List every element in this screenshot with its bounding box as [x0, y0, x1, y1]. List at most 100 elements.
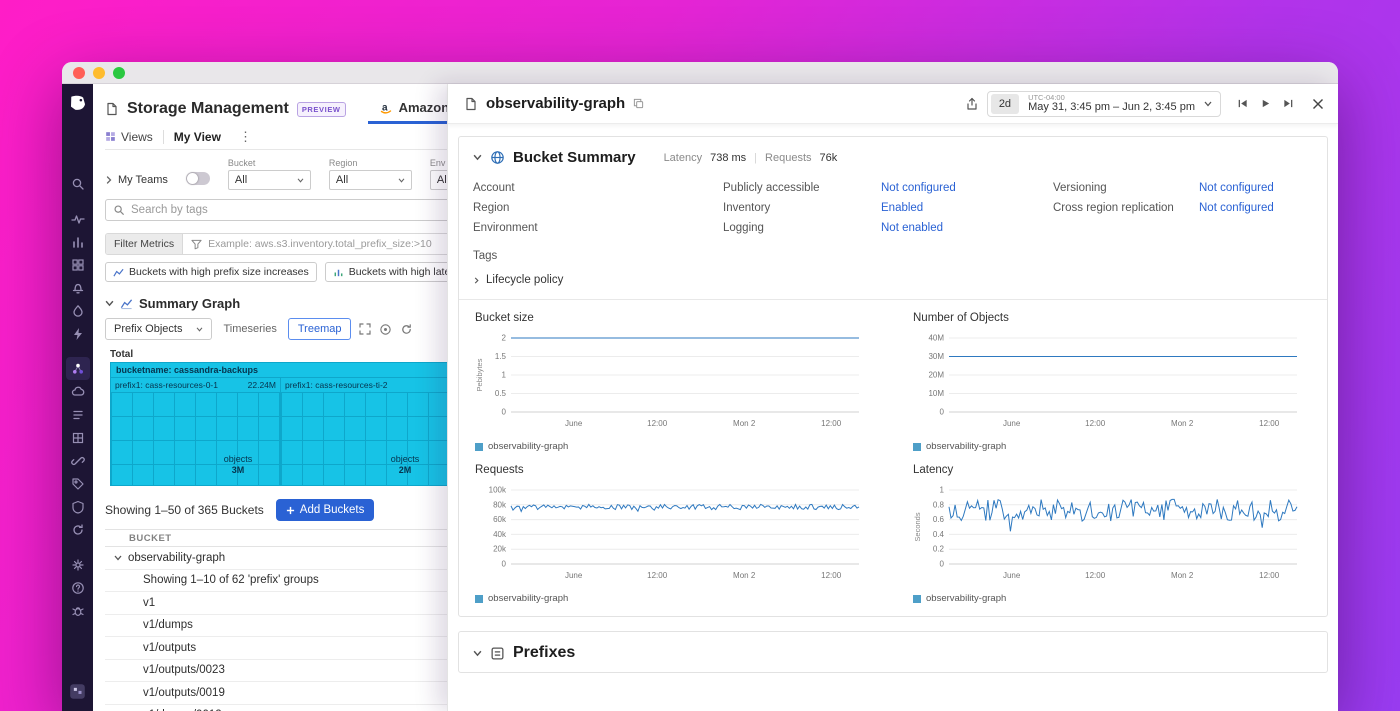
logs-icon[interactable] — [66, 403, 90, 426]
infrastructure-cloud-icon[interactable] — [66, 380, 90, 403]
timeseries-option[interactable]: Timeseries — [220, 323, 279, 335]
svg-text:12:00: 12:00 — [1259, 571, 1280, 580]
close-window-button[interactable] — [73, 67, 85, 79]
views-button[interactable]: Views — [105, 130, 153, 144]
svg-text:30M: 30M — [928, 352, 944, 361]
snapshot-icon[interactable] — [379, 323, 392, 336]
chart-bucket-size: Bucket size 21.510.50June12:00Mon 212:00… — [475, 312, 873, 452]
servicemap-icon[interactable] — [66, 357, 90, 380]
info-value[interactable]: Not configured — [1199, 202, 1274, 214]
panel-header: observability-graph 2d UTC-04:00 May 31,… — [448, 84, 1338, 124]
chip-high-prefix-size[interactable]: Buckets with high prefix size increases — [105, 262, 317, 282]
chart-title: Number of Objects — [913, 312, 1311, 324]
svg-text:0.4: 0.4 — [933, 530, 945, 539]
chart-legend: observability-graph — [913, 593, 1311, 604]
tags-icon[interactable] — [66, 472, 90, 495]
metric-select[interactable]: Prefix Objects — [105, 318, 212, 340]
svg-text:Seconds: Seconds — [913, 512, 922, 541]
filter-metrics-placeholder[interactable]: Example: aws.s3.inventory.total_prefix_s… — [208, 238, 432, 250]
region-select[interactable]: All — [329, 170, 412, 190]
treemap-group-value: 22.24M — [248, 380, 276, 390]
debug-bug-icon[interactable] — [66, 599, 90, 622]
apm-flame-icon[interactable] — [66, 299, 90, 322]
filter-metrics-chip[interactable]: Filter Metrics — [106, 234, 183, 254]
info-value[interactable]: Not configured — [881, 182, 956, 194]
info-value[interactable]: Enabled — [881, 202, 923, 214]
chart-plot: 10.80.60.40.20June12:00Mon 212:00Seconds — [913, 480, 1311, 592]
chevron-down-icon[interactable] — [105, 300, 114, 307]
my-teams-toggle[interactable] — [186, 172, 210, 185]
security-shield-icon[interactable] — [66, 495, 90, 518]
svg-text:0.2: 0.2 — [933, 545, 945, 554]
info-value[interactable]: Not enabled — [881, 222, 943, 234]
tables-icon[interactable] — [66, 426, 90, 449]
chevron-down-icon[interactable] — [114, 555, 122, 561]
export-icon[interactable] — [965, 97, 979, 111]
treemap-group-1[interactable]: prefix1: cass-resources-0-1 22.24M objec… — [111, 378, 281, 485]
chart-title: Latency — [913, 464, 1311, 476]
treemap-option-selected[interactable]: Treemap — [288, 318, 352, 340]
close-panel-icon[interactable] — [1312, 98, 1324, 110]
svg-text:12:00: 12:00 — [1259, 419, 1280, 428]
select-value: All — [336, 174, 348, 186]
views-grid-icon — [105, 131, 116, 142]
legend-swatch — [475, 443, 483, 451]
search-icon — [113, 204, 125, 216]
step-back-icon[interactable] — [1237, 98, 1249, 109]
chevron-down-icon[interactable] — [473, 154, 482, 161]
svg-text:Mon 2: Mon 2 — [1171, 571, 1194, 580]
svg-text:0.5: 0.5 — [495, 389, 507, 398]
svg-text:12:00: 12:00 — [1085, 571, 1106, 580]
desktop-background: Storage Management PREVIEW a Amazon S3 — [0, 0, 1400, 711]
svg-text:20k: 20k — [493, 545, 507, 554]
watchdog-icon[interactable] — [66, 207, 90, 230]
datadog-logo-icon[interactable] — [66, 91, 90, 114]
info-value[interactable]: Not configured — [1199, 182, 1274, 194]
events-bolt-icon[interactable] — [66, 322, 90, 345]
svg-text:100k: 100k — [489, 486, 507, 495]
copy-icon[interactable] — [633, 98, 644, 109]
zoom-window-button[interactable] — [113, 67, 125, 79]
search-icon[interactable] — [66, 172, 90, 195]
bucket-detail-panel: observability-graph 2d UTC-04:00 May 31,… — [447, 84, 1338, 711]
minimize-window-button[interactable] — [93, 67, 105, 79]
add-buckets-button[interactable]: Add Buckets — [276, 499, 375, 521]
region-filter: Region All — [329, 158, 412, 190]
links-icon[interactable] — [66, 449, 90, 472]
treemap-cell-amount: 2M — [399, 465, 412, 475]
svg-text:2: 2 — [502, 334, 507, 343]
dashboards-icon[interactable] — [66, 253, 90, 276]
bucket-select[interactable]: All — [228, 170, 311, 190]
funnel-icon — [191, 239, 202, 250]
document-icon — [105, 102, 119, 116]
svg-text:1: 1 — [940, 486, 945, 495]
svg-text:40M: 40M — [928, 334, 944, 343]
time-range-text: May 31, 3:45 pm – Jun 2, 3:45 pm — [1028, 102, 1195, 114]
chevron-down-icon[interactable] — [473, 650, 482, 657]
svg-text:Pebibytes: Pebibytes — [475, 358, 484, 391]
refresh-icon[interactable] — [400, 323, 413, 336]
play-icon[interactable] — [1260, 98, 1271, 109]
svg-text:0.6: 0.6 — [933, 515, 945, 524]
monitors-bell-icon[interactable] — [66, 276, 90, 299]
metrics-icon[interactable] — [66, 230, 90, 253]
chart-plot: 40M30M20M10M0June12:00Mon 212:00 — [913, 328, 1311, 440]
step-forward-icon[interactable] — [1282, 98, 1294, 109]
lifecycle-policy-row[interactable]: Lifecycle policy — [459, 262, 1327, 299]
chart-plot: 21.510.50June12:00Mon 212:00Pebibytes — [475, 328, 873, 440]
bucket-charts: Bucket size 21.510.50June12:00Mon 212:00… — [459, 300, 1327, 616]
line-chart-icon — [113, 267, 124, 278]
ci-refresh-icon[interactable] — [66, 518, 90, 541]
section-title: Prefixes — [513, 644, 575, 662]
my-teams-filter[interactable]: My Teams — [105, 174, 168, 186]
fullscreen-expand-icon[interactable] — [359, 323, 371, 335]
app-window: Storage Management PREVIEW a Amazon S3 — [62, 62, 1338, 711]
help-icon[interactable] — [66, 576, 90, 599]
org-tile-icon[interactable] — [66, 680, 90, 703]
kebab-menu-icon[interactable]: ⋮ — [239, 129, 252, 145]
stat-label: Latency — [664, 152, 703, 164]
time-range-control[interactable]: 2d UTC-04:00 May 31, 3:45 pm – Jun 2, 3:… — [987, 91, 1221, 117]
tab-my-view[interactable]: My View — [174, 130, 221, 144]
time-range-badge: 2d — [991, 94, 1019, 114]
settings-gear-icon[interactable] — [66, 553, 90, 576]
